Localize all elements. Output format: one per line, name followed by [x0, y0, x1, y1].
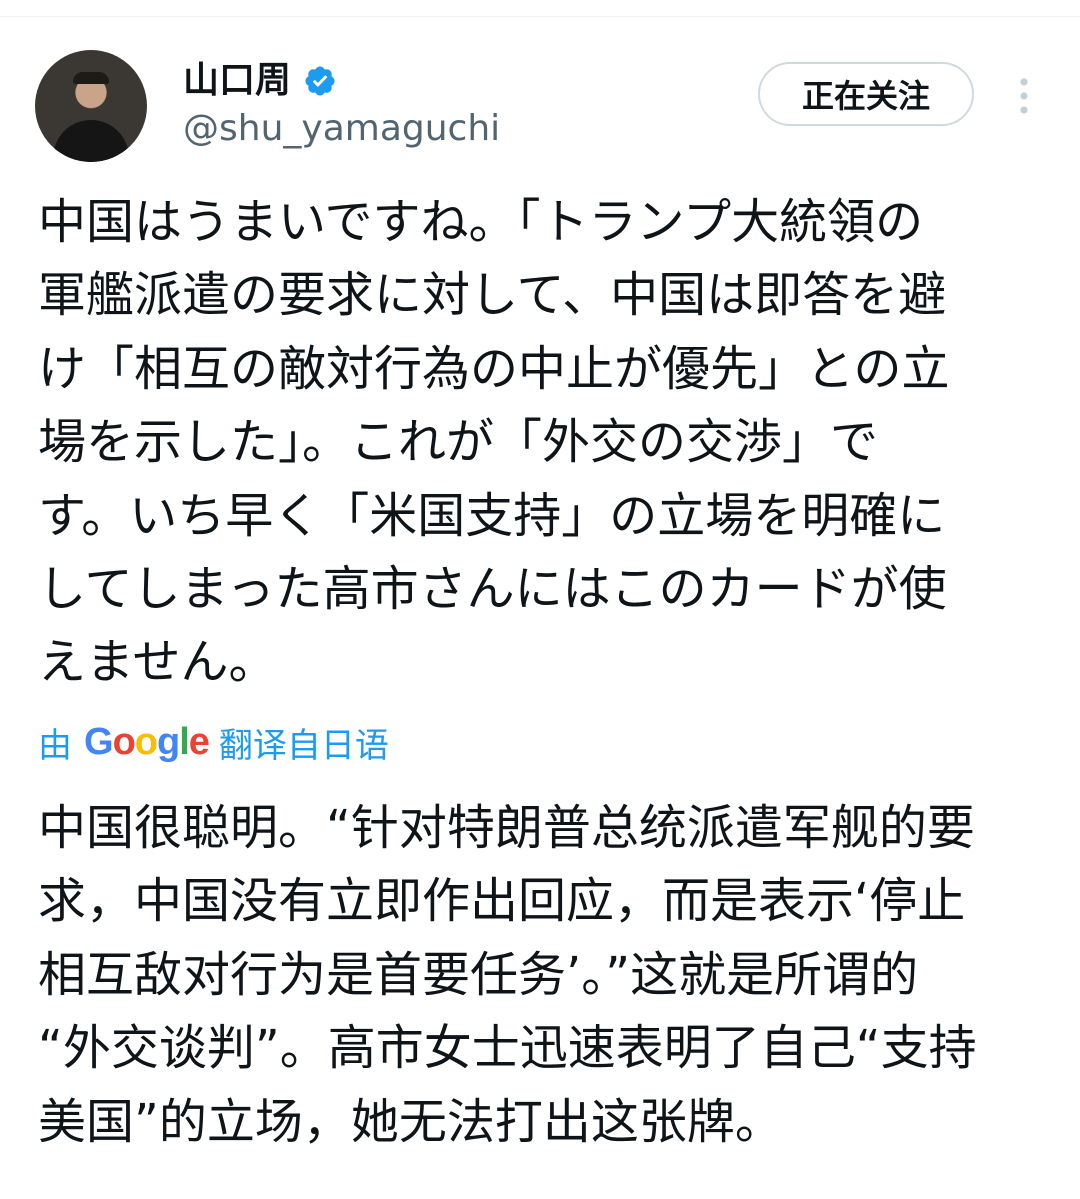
translated-text-line: 求，中国没有立即作出回应，而是表示‘停止 — [38, 873, 966, 930]
author-handle[interactable]: @shu_yamaguchi — [183, 106, 500, 152]
tweet-text-line: す。いち早く「米国支持」の立場を明確に — [38, 487, 946, 544]
translation-prefix: 由 — [38, 725, 72, 766]
tweet-text-line: 場を示した」。これが「外交の交渉」で — [38, 414, 879, 471]
top-divider — [0, 0, 1080, 17]
tweet-text-line: 軍艦派遣の要求に対して、中国は即答を避 — [38, 267, 947, 324]
author-name-row: 山口周 — [183, 58, 337, 104]
tweet-text: 中国はうまいですね。「トランプ大統領の 軍艦派遣の要求に対して、中国は即答を避 … — [38, 186, 1038, 700]
translated-text-line: “外交谈判”。高市女士迅速表明了自己“支持 — [38, 1020, 977, 1077]
tweet-text-line: えません。 — [38, 634, 277, 691]
verified-badge-icon — [305, 66, 335, 96]
translated-text-line: 相互敌对行为是首要任务’。”这就是所谓的 — [38, 946, 919, 1003]
tweet-text-line: してしまった高市さんにはこのカードが使 — [38, 561, 947, 618]
avatar-body — [53, 120, 129, 162]
tweet-text-line: け「相互の敵対行為の中止が優先」との立 — [38, 340, 950, 397]
more-vertical-icon[interactable] — [1010, 76, 1038, 116]
author-display-name[interactable]: 山口周 — [183, 59, 291, 103]
translation-attribution[interactable]: 由 Google 翻译自日语 — [38, 718, 389, 766]
translated-text-line: 中国很聪明。“针对特朗普总统派遣军舰的要 — [38, 800, 975, 856]
tweet-text-line: 中国はうまいですね。「トランプ大統領の — [38, 194, 924, 250]
translated-text-line: 美国”的立场，她无法打出这张牌。 — [38, 1093, 783, 1150]
translation-suffix: 翻译自日语 — [218, 725, 389, 766]
google-logo: Google — [84, 721, 210, 763]
translated-tweet-text: 中国很聪明。“针对特朗普总统派遣军舰的要 求，中国没有立即作出回应，而是表示‘停… — [38, 792, 1048, 1159]
avatar[interactable] — [35, 50, 147, 162]
avatar-hair — [73, 72, 109, 84]
following-button[interactable]: 正在关注 — [758, 62, 974, 126]
